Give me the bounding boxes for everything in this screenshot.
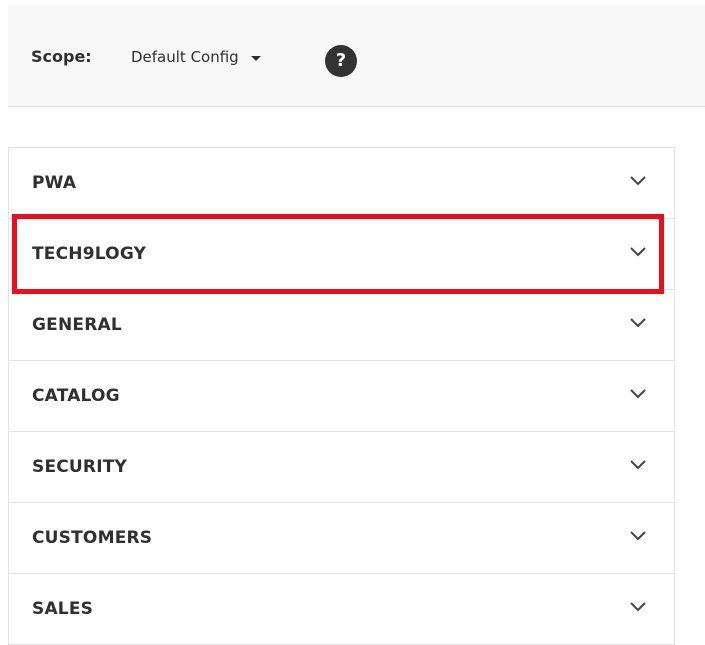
chevron-down-icon[interactable]: [630, 602, 646, 612]
config-section-label: GENERAL: [32, 315, 122, 335]
config-section-tech9logy[interactable]: TECH9LOGY: [9, 219, 674, 290]
scope-value[interactable]: Default Config: [131, 48, 239, 66]
chevron-down-icon[interactable]: [630, 176, 646, 186]
config-section-label: SECURITY: [32, 457, 128, 477]
scope-bar: Scope: Default Config ?: [8, 5, 705, 107]
config-section-label: TECH9LOGY: [32, 244, 147, 264]
config-section-label: SALES: [32, 599, 94, 619]
chevron-down-icon[interactable]: [630, 389, 646, 399]
config-section-catalog[interactable]: CATALOG: [9, 361, 674, 432]
config-section-label: CUSTOMERS: [32, 528, 153, 548]
chevron-down-icon[interactable]: [630, 318, 646, 328]
chevron-down-icon[interactable]: [630, 460, 646, 470]
config-section-general[interactable]: GENERAL: [9, 290, 674, 361]
question-circle-icon[interactable]: ?: [325, 45, 357, 77]
caret-down-icon[interactable]: [250, 56, 261, 61]
config-section-label: PWA: [32, 173, 77, 193]
chevron-down-icon[interactable]: [630, 247, 646, 257]
config-section-label: CATALOG: [32, 386, 120, 406]
scope-switcher[interactable]: Default Config: [131, 45, 261, 69]
scope-label: Scope:: [31, 47, 92, 66]
config-section-sales[interactable]: SALES: [9, 574, 674, 645]
config-section-security[interactable]: SECURITY: [9, 432, 674, 503]
config-section-pwa[interactable]: PWA: [9, 148, 674, 219]
chevron-down-icon[interactable]: [630, 531, 646, 541]
config-section-list: PWA TECH9LOGY GENERAL CATALOG SECURITY C…: [8, 147, 675, 645]
config-section-customers[interactable]: CUSTOMERS: [9, 503, 674, 574]
